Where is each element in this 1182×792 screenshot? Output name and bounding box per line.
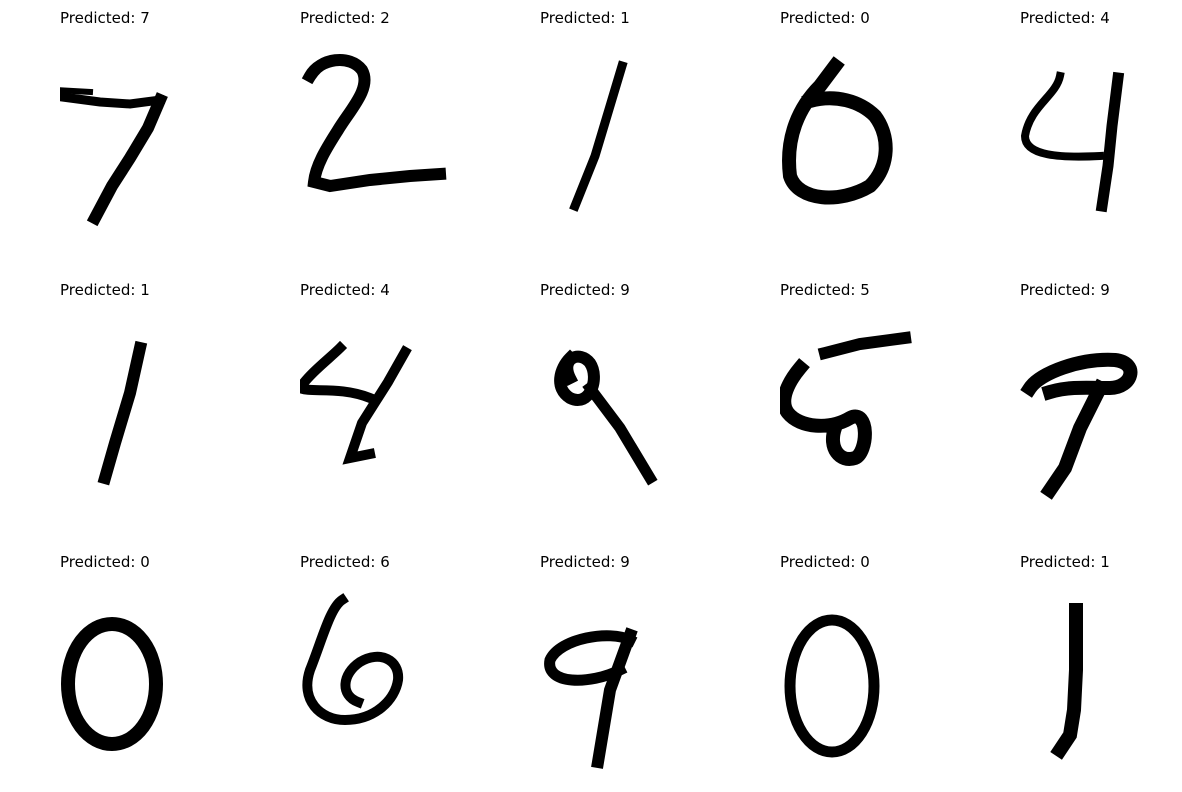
- panel-title: Predicted: 9: [540, 553, 630, 571]
- panel-title: Predicted: 2: [300, 9, 390, 27]
- panel-title: Predicted: 5: [780, 281, 870, 299]
- handwritten-digit-image: [1050, 603, 1083, 760]
- digit-panel-2: Predicted: 2: [300, 8, 500, 248]
- panel-title: Predicted: 4: [1020, 9, 1110, 27]
- handwritten-digit-image: [554, 349, 658, 486]
- handwritten-digit-image: [1020, 352, 1138, 500]
- handwritten-digit-image: [784, 614, 880, 758]
- panel-title: Predicted: 0: [60, 553, 150, 571]
- handwritten-digit-image: [544, 627, 638, 769]
- handwritten-digit-image: [301, 54, 447, 193]
- handwritten-digit-image: [60, 87, 168, 227]
- panel-title: Predicted: 4: [300, 281, 390, 299]
- panel-title: Predicted: 1: [1020, 553, 1110, 571]
- panel-title: Predicted: 1: [540, 9, 630, 27]
- handwritten-digit-image: [300, 340, 412, 465]
- handwritten-digit-image: [782, 56, 893, 205]
- digit-panel-12: Predicted: 6: [300, 552, 500, 792]
- panel-title: Predicted: 7: [60, 9, 150, 27]
- handwritten-digit-image: [1020, 71, 1125, 213]
- digit-panel-11: Predicted: 0: [60, 552, 260, 792]
- panel-title: Predicted: 9: [540, 281, 630, 299]
- digit-panel-7: Predicted: 4: [300, 280, 500, 520]
- digit-panel-5: Predicted: 4: [1020, 8, 1182, 248]
- digit-panel-8: Predicted: 9: [540, 280, 740, 520]
- digit-panel-4: Predicted: 0: [780, 8, 980, 248]
- panel-title: Predicted: 1: [60, 281, 150, 299]
- handwritten-digit-image: [97, 340, 148, 486]
- handwritten-digit-image: [302, 593, 404, 726]
- digit-panel-10: Predicted: 9: [1020, 280, 1182, 520]
- panel-title: Predicted: 9: [1020, 281, 1110, 299]
- handwritten-digit-image: [780, 331, 912, 466]
- digit-panel-1: Predicted: 7: [60, 8, 260, 248]
- digit-panel-14: Predicted: 0: [780, 552, 980, 792]
- digit-panel-15: Predicted: 1: [1020, 552, 1182, 792]
- digit-panel-3: Predicted: 1: [540, 8, 740, 248]
- handwritten-digit-image: [61, 617, 163, 751]
- digit-panel-9: Predicted: 5: [780, 280, 980, 520]
- handwritten-digit-image: [569, 60, 628, 212]
- panel-title: Predicted: 0: [780, 9, 870, 27]
- digit-panel-6: Predicted: 1: [60, 280, 260, 520]
- panel-title: Predicted: 0: [780, 553, 870, 571]
- panel-title: Predicted: 6: [300, 553, 390, 571]
- digit-panel-13: Predicted: 9: [540, 552, 740, 792]
